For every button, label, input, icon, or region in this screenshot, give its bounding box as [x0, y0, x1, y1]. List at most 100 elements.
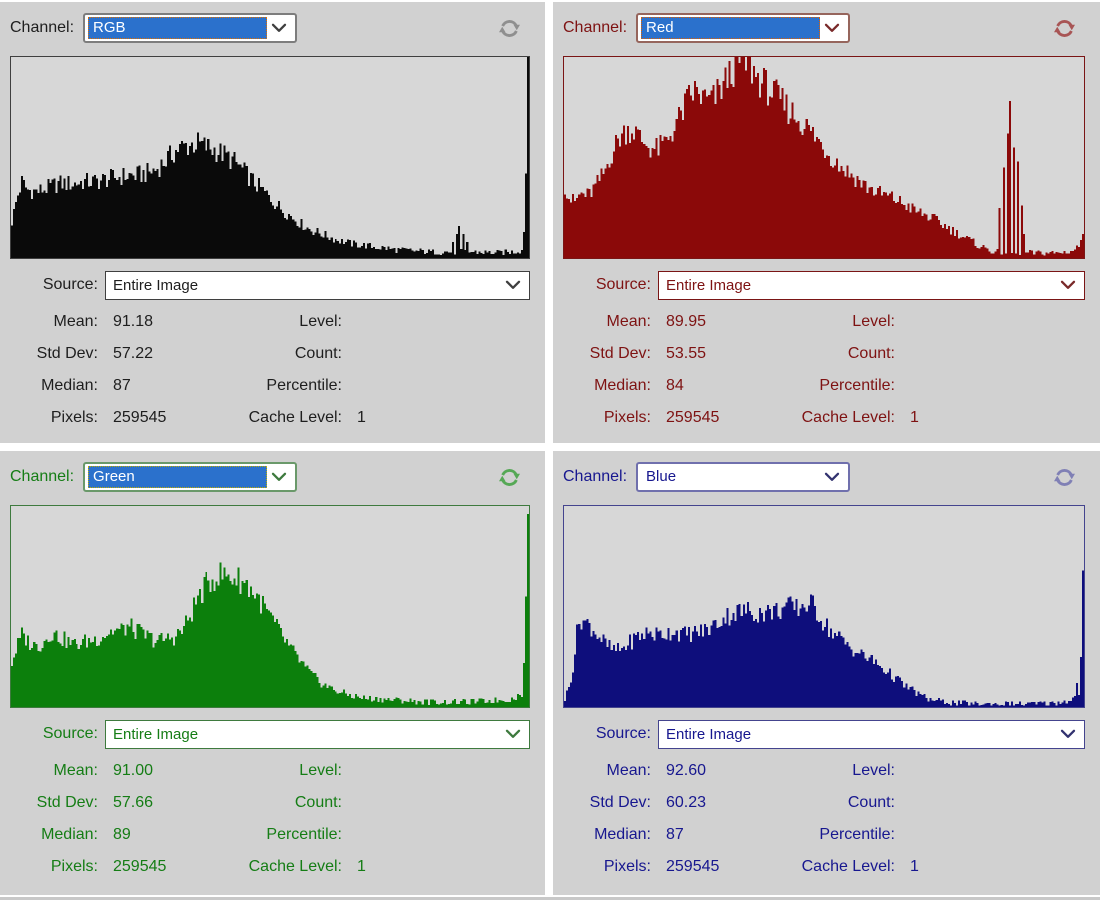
stddev-value: 53.55	[666, 345, 707, 362]
stddev-value: 57.22	[113, 345, 154, 362]
mean-label: Mean:	[53, 762, 98, 779]
pixels-label: Pixels:	[603, 858, 651, 875]
channel-select-green[interactable]: Green	[83, 462, 298, 492]
level-label: Level:	[299, 762, 342, 779]
cache-level-value: 1	[910, 858, 919, 875]
pixels-label: Pixels:	[50, 409, 98, 426]
cache-level-value: 1	[910, 409, 919, 426]
histogram-chart-green	[10, 505, 530, 708]
channel-label: Channel:	[10, 468, 75, 485]
channel-row: Channel: Red	[563, 12, 1085, 44]
refresh-icon[interactable]	[1052, 16, 1077, 41]
chevron-down-icon	[271, 23, 287, 32]
channel-label: Channel:	[10, 19, 75, 36]
source-row: Source: Entire Image	[10, 270, 530, 300]
stats-grid: Mean: 91.18 Level: Std Dev: 57.22 Count: M…	[10, 311, 530, 429]
channel-label: Channel:	[563, 19, 628, 36]
histogram-chart-blue	[563, 505, 1085, 708]
median-label: Median:	[594, 377, 651, 394]
pixels-value: 259545	[113, 409, 167, 426]
percentile-value	[349, 824, 530, 846]
pixels-label: Pixels:	[603, 409, 651, 426]
median-label: Median:	[41, 826, 98, 843]
refresh-icon[interactable]	[497, 465, 522, 490]
count-value	[902, 792, 1085, 814]
chevron-down-icon	[824, 23, 840, 32]
level-label: Level:	[852, 313, 895, 330]
histogram-panel-rgb: Channel: RGB Source: Entire Image Mean: …	[0, 2, 545, 443]
median-value: 87	[666, 826, 684, 843]
stddev-value: 57.66	[113, 794, 154, 811]
histogram-chart-rgb	[10, 56, 530, 259]
source-select[interactable]: Entire Image	[105, 270, 530, 300]
source-select[interactable]: Entire Image	[658, 719, 1085, 749]
channel-row: Channel: Blue	[563, 461, 1085, 493]
percentile-value	[349, 375, 530, 397]
mean-label: Mean:	[53, 313, 98, 330]
refresh-icon[interactable]	[497, 16, 522, 41]
chevron-down-icon	[271, 472, 287, 481]
cache-level-value: 1	[357, 409, 366, 426]
channel-selected-value: Red	[641, 17, 821, 39]
source-select[interactable]: Entire Image	[658, 270, 1085, 300]
percentile-value	[902, 375, 1085, 397]
level-label: Level:	[299, 313, 342, 330]
percentile-label: Percentile:	[266, 826, 342, 843]
count-label: Count:	[847, 345, 895, 362]
cache-level-label: Cache Level:	[248, 409, 342, 426]
percentile-value	[902, 824, 1085, 846]
source-select[interactable]: Entire Image	[105, 719, 530, 749]
stddev-label: Std Dev:	[589, 794, 651, 811]
source-selected-value: Entire Image	[666, 276, 752, 294]
count-value	[902, 343, 1085, 365]
stats-grid: Mean: 91.00 Level: Std Dev: 57.66 Count: M…	[10, 760, 530, 878]
percentile-label: Percentile:	[266, 377, 342, 394]
refresh-icon[interactable]	[1052, 465, 1077, 490]
chevron-down-icon	[1060, 280, 1076, 289]
source-row: Source: Entire Image	[10, 719, 530, 749]
level-value	[902, 760, 1085, 782]
channel-row: Channel: RGB	[10, 12, 530, 44]
source-row: Source: Entire Image	[563, 719, 1085, 749]
source-label: Source:	[595, 725, 651, 742]
level-value	[349, 760, 530, 782]
channel-select-blue[interactable]: Blue	[636, 462, 851, 492]
panel-grid: Channel: RGB Source: Entire Image Mean: …	[0, 2, 1100, 895]
mean-value: 91.00	[113, 762, 154, 779]
cache-level-label: Cache Level:	[801, 409, 895, 426]
pixels-value: 259545	[666, 858, 720, 875]
histogram-panels-window: Channel: RGB Source: Entire Image Mean: …	[0, 0, 1100, 900]
histogram-panel-blue: Channel: Blue Source: Entire Image Mean:…	[553, 451, 1100, 895]
median-value: 87	[113, 377, 131, 394]
count-label: Count:	[294, 794, 342, 811]
chevron-down-icon	[1060, 729, 1076, 738]
mean-value: 92.60	[666, 762, 707, 779]
percentile-label: Percentile:	[819, 377, 895, 394]
chevron-down-icon	[505, 729, 521, 738]
cache-level-label: Cache Level:	[248, 858, 342, 875]
pixels-value: 259545	[113, 858, 167, 875]
channel-selected-value: Blue	[646, 468, 677, 485]
stddev-label: Std Dev:	[36, 794, 98, 811]
pixels-value: 259545	[666, 409, 720, 426]
channel-select-rgb[interactable]: RGB	[83, 13, 298, 43]
channel-selected-value: Green	[88, 466, 268, 488]
count-label: Count:	[847, 794, 895, 811]
median-label: Median:	[41, 377, 98, 394]
histogram-panel-red: Channel: Red Source: Entire Image Mean: …	[553, 2, 1100, 443]
mean-label: Mean:	[606, 313, 651, 330]
chevron-down-icon	[824, 472, 840, 481]
cache-level-value: 1	[357, 858, 366, 875]
median-value: 89	[113, 826, 131, 843]
channel-row: Channel: Green	[10, 461, 530, 493]
source-row: Source: Entire Image	[563, 270, 1085, 300]
channel-select-red[interactable]: Red	[636, 13, 851, 43]
pixels-label: Pixels:	[50, 858, 98, 875]
stddev-label: Std Dev:	[589, 345, 651, 362]
source-selected-value: Entire Image	[113, 276, 199, 294]
count-value	[349, 343, 530, 365]
channel-label: Channel:	[563, 468, 628, 485]
source-selected-value: Entire Image	[666, 725, 752, 743]
count-value	[349, 792, 530, 814]
level-value	[902, 311, 1085, 333]
